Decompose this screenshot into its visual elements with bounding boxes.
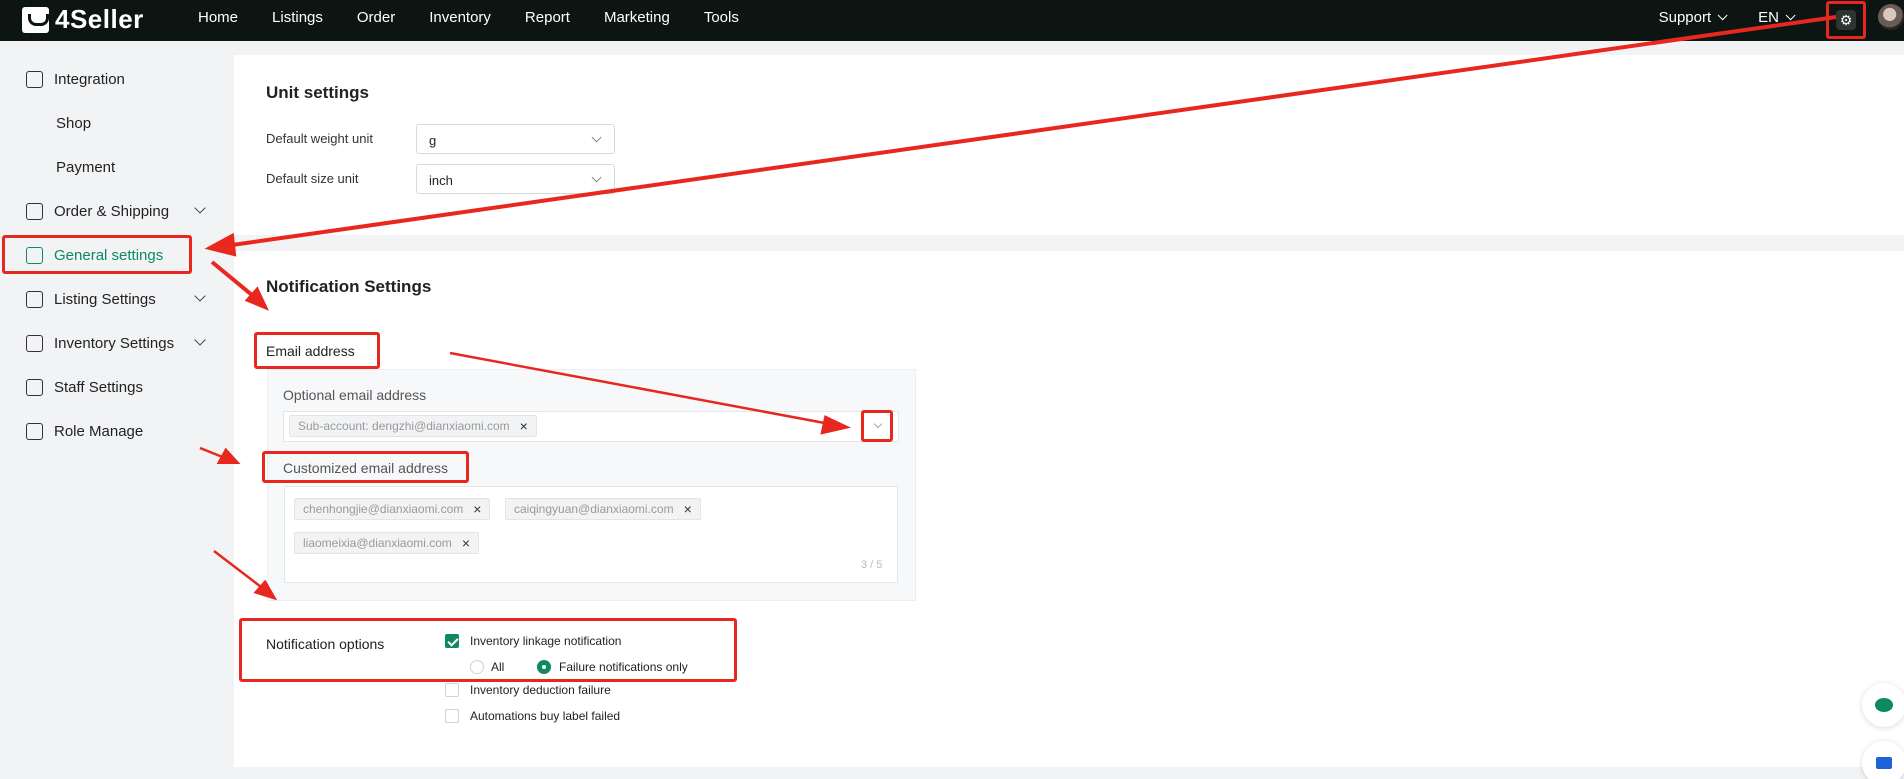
brand-name: 4Seller: [55, 4, 144, 34]
buy-label-failed-checkbox[interactable]: [445, 709, 459, 723]
nav-listings[interactable]: Listings: [272, 9, 323, 26]
top-navigation-bar: 4Seller Home Listings Order Inventory Re…: [0, 0, 1904, 41]
email-tag-text: caiqingyuan@dianxiaomi.com: [514, 502, 674, 516]
gear-icon[interactable]: ⚙: [1836, 10, 1856, 30]
sidebar-item-inventory-settings[interactable]: Inventory Settings: [26, 328, 206, 358]
sidebar-item-integration[interactable]: Integration: [26, 64, 125, 94]
screen-share-button[interactable]: [1862, 741, 1904, 779]
sidebar-item-label: Order & Shipping: [54, 202, 170, 220]
sidebar-item-label: Listing Settings: [54, 290, 156, 308]
email-tag-text: liaomeixia@dianxiaomi.com: [303, 536, 452, 550]
sidebar-item-role-manage[interactable]: Role Manage: [26, 416, 143, 446]
email-tag-text: Sub-account: dengzhi@dianxiaomi.com: [298, 419, 510, 433]
nav-report[interactable]: Report: [525, 9, 570, 26]
size-unit-select[interactable]: inch: [416, 164, 615, 194]
weight-unit-label: Default weight unit: [266, 131, 373, 146]
failure-only-radio[interactable]: [537, 660, 551, 674]
close-icon[interactable]: ×: [473, 501, 481, 517]
unit-settings-title: Unit settings: [266, 83, 369, 102]
sidebar-item-label: Shop: [56, 114, 92, 132]
nav-tools[interactable]: Tools: [704, 9, 739, 26]
support-label: Support: [1658, 8, 1712, 26]
chevron-down-icon: [194, 334, 206, 346]
close-icon[interactable]: ×: [520, 418, 528, 434]
nav-home[interactable]: Home: [198, 9, 238, 26]
chevron-down-icon: [194, 290, 206, 302]
sidebar-item-shop[interactable]: Shop: [56, 108, 91, 138]
sidebar-item-label: Integration: [54, 70, 125, 88]
chevron-down-icon: [1717, 9, 1728, 20]
email-address-label: Email address: [266, 343, 355, 359]
sidebar-item-label: Staff Settings: [54, 378, 143, 396]
support-menu[interactable]: Support: [1658, 8, 1728, 26]
general-settings-highlight: [2, 235, 192, 274]
deduction-failure-checkbox[interactable]: [445, 683, 459, 697]
inventory-icon: [26, 334, 43, 352]
role-icon: [26, 422, 43, 440]
buy-label-failed-label: Automations buy label failed: [470, 709, 621, 723]
nav-inventory[interactable]: Inventory: [429, 9, 491, 26]
language-menu[interactable]: EN: [1758, 8, 1796, 26]
avatar[interactable]: [1878, 4, 1904, 30]
email-tag: chenhongjie@dianxiaomi.com ×: [294, 498, 491, 520]
failure-only-label: Failure notifications only: [559, 660, 688, 674]
listing-icon: [26, 290, 43, 308]
chat-icon: [1875, 698, 1893, 712]
sidebar-item-label: Inventory Settings: [54, 334, 175, 352]
chevron-down-icon: [1785, 9, 1796, 20]
inventory-linkage-checkbox[interactable]: [445, 634, 459, 648]
integration-icon: [26, 70, 43, 88]
notification-options-label: Notification options: [266, 636, 385, 652]
order-icon: [26, 202, 43, 220]
monitor-icon: [1876, 757, 1892, 769]
size-unit-label: Default size unit: [266, 171, 359, 186]
inventory-linkage-label: Inventory linkage notification: [470, 634, 622, 648]
bag-logo-icon: [22, 6, 49, 33]
sidebar-item-order-shipping[interactable]: Order & Shipping: [26, 196, 206, 226]
nav-marketing[interactable]: Marketing: [604, 9, 670, 26]
customized-email-label: Customized email address: [283, 460, 448, 476]
chevron-down-icon: [194, 202, 206, 214]
chat-button[interactable]: [1862, 683, 1904, 727]
close-icon[interactable]: ×: [684, 501, 692, 517]
sidebar-item-label: Role Manage: [54, 422, 144, 440]
sidebar-item-label: Payment: [56, 158, 116, 176]
language-label: EN: [1758, 8, 1779, 26]
sidebar-item-payment[interactable]: Payment: [56, 152, 115, 182]
email-tag: caiqingyuan@dianxiaomi.com ×: [505, 498, 701, 520]
weight-unit-select[interactable]: g: [416, 124, 615, 154]
top-right-controls: Support EN ⚙: [1658, 0, 1904, 39]
settings-sidebar: Integration Shop Payment Order & Shippin…: [0, 41, 233, 779]
main-nav: Home Listings Order Inventory Report Mar…: [198, 0, 773, 34]
deduction-failure-label: Inventory deduction failure: [470, 683, 611, 697]
sidebar-item-listing-settings[interactable]: Listing Settings: [26, 284, 206, 314]
dropdown-highlight[interactable]: [861, 410, 893, 442]
email-count: 3 / 5: [861, 559, 883, 571]
sidebar-item-staff-settings[interactable]: Staff Settings: [26, 372, 143, 402]
staff-icon: [26, 378, 43, 396]
email-tag: liaomeixia@dianxiaomi.com ×: [294, 532, 480, 554]
email-tag: Sub-account: dengzhi@dianxiaomi.com ×: [289, 415, 537, 437]
brand-logo[interactable]: 4Seller: [22, 4, 144, 35]
close-icon[interactable]: ×: [462, 535, 470, 551]
notification-settings-title: Notification Settings: [266, 277, 432, 296]
settings-highlight: ⚙: [1826, 1, 1866, 39]
nav-order[interactable]: Order: [357, 9, 395, 26]
all-radio[interactable]: [470, 660, 484, 674]
email-tag-text: chenhongjie@dianxiaomi.com: [303, 502, 464, 516]
optional-email-label: Optional email address: [283, 387, 427, 403]
all-label: All: [491, 660, 505, 674]
